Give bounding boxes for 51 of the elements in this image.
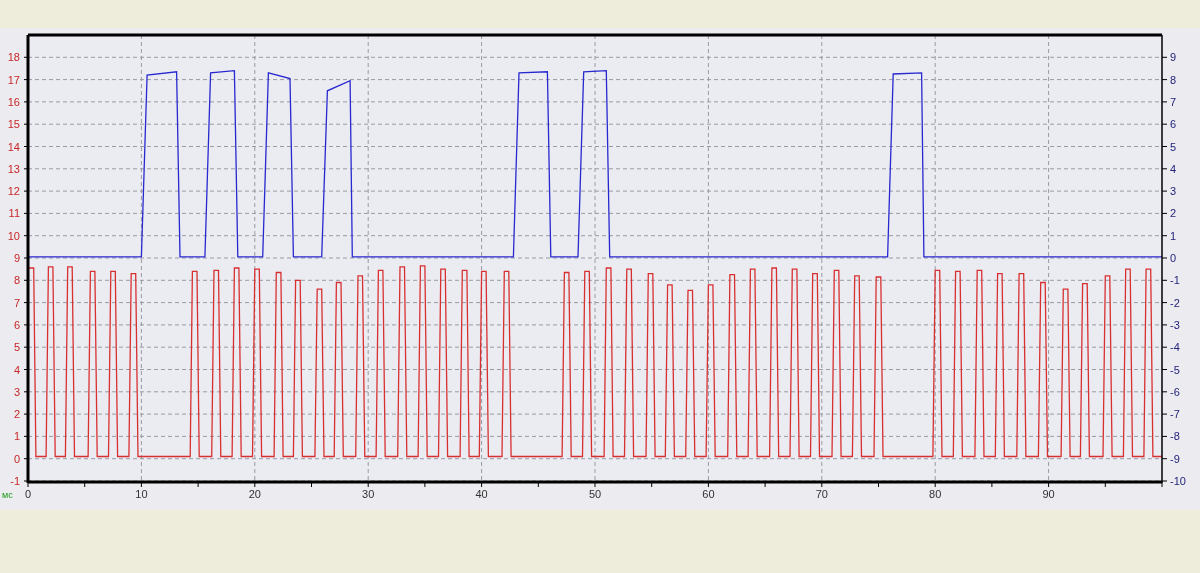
tick-label: -8 <box>1170 430 1180 443</box>
tick-label: -1 <box>10 475 20 487</box>
tick-label: 4 <box>13 363 20 376</box>
tick-label: 70 <box>815 488 828 500</box>
tick-label: 12 <box>7 185 20 198</box>
tick-label: -10 <box>1170 475 1186 487</box>
tick-label: 11 <box>8 207 20 220</box>
tick-label: 7 <box>13 296 20 309</box>
tick-label: 7 <box>1170 95 1177 108</box>
tick-label: 2 <box>13 408 20 421</box>
tick-label: -3 <box>1170 318 1180 331</box>
tick-label: 0 <box>13 452 20 465</box>
tick-label: 16 <box>7 95 20 108</box>
tick-label: 1 <box>1170 229 1177 242</box>
tick-label: 40 <box>475 488 488 500</box>
tick-label: -7 <box>1170 408 1180 421</box>
tick-label: 5 <box>13 341 20 354</box>
tick-label: 9 <box>13 252 20 264</box>
tick-label: 20 <box>248 488 261 500</box>
tick-label: 5 <box>1170 140 1177 153</box>
tick-label: 14 <box>7 140 20 153</box>
tick-label: 9 <box>1170 51 1177 64</box>
tick-label: 30 <box>362 488 375 500</box>
tick-label: -9 <box>1170 452 1180 465</box>
tick-label: -2 <box>1170 296 1180 309</box>
tick-label: 15 <box>7 118 20 131</box>
tick-label: -1 <box>1170 274 1180 287</box>
tick-label: 90 <box>1042 488 1055 500</box>
tick-label: 1 <box>13 430 20 443</box>
tick-label: 10 <box>7 229 20 242</box>
tick-label: 60 <box>702 488 715 500</box>
tick-label: 8 <box>1170 73 1177 86</box>
tick-label: 6 <box>13 318 20 331</box>
tick-label: 3 <box>1170 185 1177 198</box>
tick-label: 10 <box>135 488 148 500</box>
tick-label: 13 <box>7 162 20 175</box>
tick-label: -4 <box>1170 341 1180 354</box>
axis-unit-label: мс <box>2 490 13 500</box>
tick-label: 4 <box>1170 162 1177 175</box>
tick-label: 0 <box>1170 252 1177 264</box>
tick-label: 17 <box>7 73 20 86</box>
tick-label: 18 <box>7 51 20 64</box>
tick-label: 8 <box>13 274 20 287</box>
tick-label: 2 <box>1170 207 1177 220</box>
tick-label: 80 <box>929 488 942 500</box>
tick-label: -5 <box>1170 363 1180 376</box>
tick-label: 3 <box>13 385 20 398</box>
tick-label: 50 <box>588 488 602 500</box>
tick-label: 6 <box>1170 118 1177 131</box>
tick-label: 0 <box>24 488 32 500</box>
tick-label: -6 <box>1170 385 1180 398</box>
